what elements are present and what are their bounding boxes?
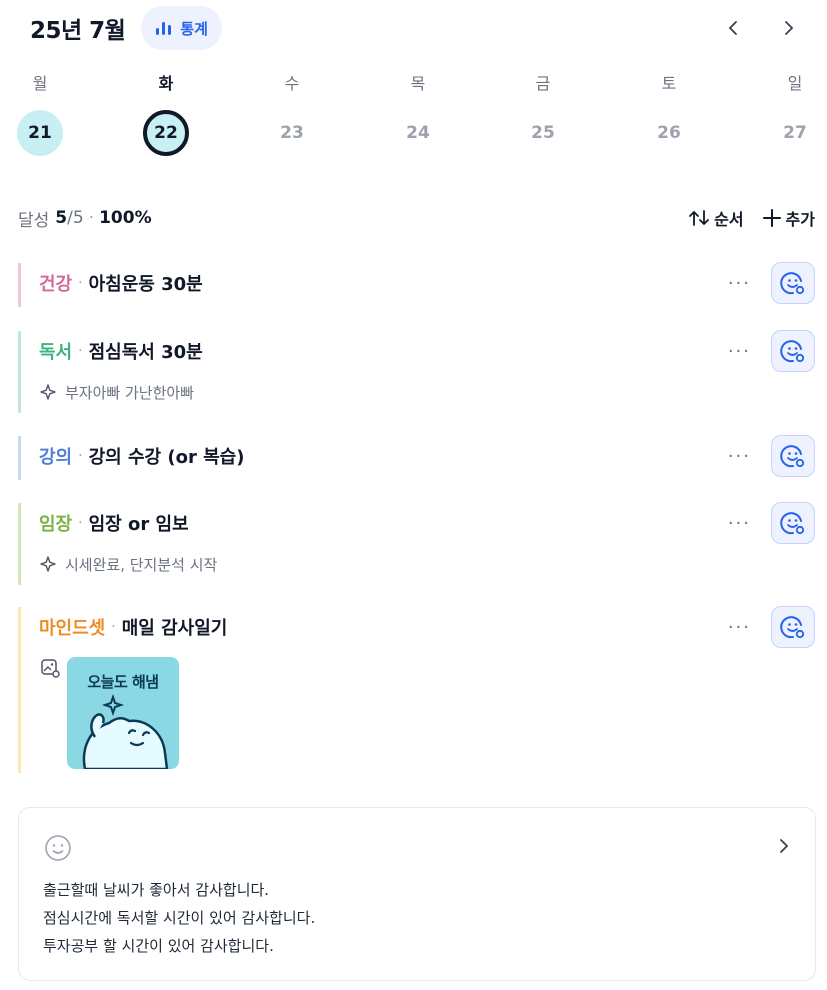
task-title: 아침운동 30분 bbox=[88, 274, 203, 295]
task-note-text: 부자아빠 가난한아빠 bbox=[65, 383, 194, 402]
achievement-total: /5 bbox=[67, 208, 84, 228]
smiley-icon bbox=[780, 616, 805, 639]
sparkle-icon bbox=[40, 384, 56, 400]
day-label: 토 bbox=[661, 74, 677, 93]
day-number[interactable]: 24 bbox=[395, 110, 441, 156]
day-number[interactable]: 23 bbox=[269, 110, 315, 156]
task-separator: · bbox=[111, 619, 116, 635]
image-icon bbox=[41, 659, 60, 678]
more-icon[interactable]: ··· bbox=[728, 513, 751, 534]
day-number-today[interactable]: 22 bbox=[143, 110, 189, 156]
smiley-outline-icon bbox=[45, 835, 71, 861]
order-button[interactable]: 순서 bbox=[688, 206, 744, 230]
task-separator: · bbox=[78, 343, 83, 359]
day-column[interactable]: 월 21 bbox=[5, 70, 75, 156]
chevron-left-icon[interactable] bbox=[721, 16, 745, 40]
chevron-right-icon[interactable] bbox=[777, 837, 791, 859]
task-title: 점심독서 30분 bbox=[88, 342, 203, 363]
task-title: 강의 수강 (or 복습) bbox=[88, 447, 245, 468]
chevron-right-icon[interactable] bbox=[777, 16, 801, 40]
emotion-button[interactable] bbox=[771, 262, 815, 304]
journal-line: 투자공부 할 시간이 있어 감사합니다. bbox=[43, 937, 274, 955]
order-label: 순서 bbox=[714, 210, 744, 229]
day-label: 금 bbox=[535, 74, 551, 93]
smiley-icon bbox=[780, 272, 805, 295]
more-icon[interactable]: ··· bbox=[728, 273, 751, 294]
task-title: 매일 감사일기 bbox=[121, 618, 228, 639]
day-label: 월 bbox=[32, 74, 48, 93]
day-number[interactable]: 21 bbox=[17, 110, 63, 156]
sparkle-icon bbox=[40, 556, 56, 572]
journal-line: 점심시간에 독서할 시간이 있어 감사합니다. bbox=[43, 909, 316, 927]
achievement-done: 5 bbox=[55, 208, 68, 228]
task-category: 건강 bbox=[39, 274, 73, 295]
day-label: 일 bbox=[787, 74, 803, 93]
day-column[interactable]: 목 24 bbox=[383, 70, 453, 156]
gratitude-journal-card[interactable]: 출근할때 날씨가 좋아서 감사합니다. 점심시간에 독서할 시간이 있어 감사합… bbox=[18, 807, 816, 981]
task-title: 임장 or 임보 bbox=[88, 514, 189, 535]
stats-button[interactable]: 통계 bbox=[141, 6, 222, 50]
summary-dot: · bbox=[88, 208, 95, 228]
task-note: 부자아빠 가난한아빠 bbox=[39, 377, 815, 407]
character-illustration bbox=[82, 693, 169, 769]
task-item[interactable]: 건강 · 아침운동 30분 ··· bbox=[18, 262, 815, 307]
journal-image-thumbnail[interactable]: 오늘도 해냄 bbox=[67, 657, 179, 769]
add-label: 추가 bbox=[785, 210, 815, 229]
achievement-label: 달성 bbox=[18, 210, 50, 231]
task-category: 임장 bbox=[39, 514, 73, 535]
week-strip: 월 21 화 22 수 23 목 24 금 25 토 26 일 27 bbox=[0, 70, 827, 160]
day-label: 수 bbox=[284, 74, 300, 93]
task-note: 시세완료, 단지분석 시작 bbox=[39, 549, 815, 579]
task-item[interactable]: 강의 · 강의 수강 (or 복습) ··· bbox=[18, 435, 815, 480]
task-category: 독서 bbox=[39, 342, 73, 363]
emotion-button[interactable] bbox=[771, 435, 815, 477]
more-icon[interactable]: ··· bbox=[728, 617, 751, 638]
smiley-icon bbox=[780, 340, 805, 363]
emotion-button[interactable] bbox=[771, 330, 815, 372]
day-column[interactable]: 토 26 bbox=[634, 70, 704, 156]
task-item[interactable]: 마인드셋 · 매일 감사일기 ··· 오늘도 해냄 bbox=[18, 606, 815, 773]
more-icon[interactable]: ··· bbox=[728, 341, 751, 362]
emotion-button[interactable] bbox=[771, 502, 815, 544]
bar-chart-icon bbox=[156, 22, 172, 35]
more-icon[interactable]: ··· bbox=[728, 446, 751, 467]
plus-icon bbox=[762, 209, 781, 227]
day-column[interactable]: 금 25 bbox=[508, 70, 578, 156]
sort-arrows-icon bbox=[689, 210, 709, 226]
journal-line: 출근할때 날씨가 좋아서 감사합니다. bbox=[43, 881, 270, 899]
task-category: 마인드셋 bbox=[39, 618, 106, 639]
day-column[interactable]: 화 22 bbox=[131, 70, 201, 156]
achievement-summary: 달성 5 /5 · 100% 순서 추가 bbox=[18, 203, 815, 233]
day-number[interactable]: 27 bbox=[772, 110, 818, 156]
task-item[interactable]: 임장 · 임장 or 임보 ··· 시세완료, 단지분석 시작 bbox=[18, 502, 815, 585]
smiley-icon bbox=[780, 512, 805, 535]
day-label: 목 bbox=[410, 74, 426, 93]
day-number[interactable]: 25 bbox=[520, 110, 566, 156]
task-item[interactable]: 독서 · 점심독서 30분 ··· 부자아빠 가난한아빠 bbox=[18, 330, 815, 413]
task-separator: · bbox=[78, 448, 83, 464]
task-note-text: 시세완료, 단지분석 시작 bbox=[65, 555, 218, 574]
task-separator: · bbox=[78, 275, 83, 291]
day-column[interactable]: 수 23 bbox=[257, 70, 327, 156]
add-button[interactable]: 추가 bbox=[762, 206, 815, 230]
day-label: 화 bbox=[158, 74, 174, 93]
achievement-percent: 100% bbox=[99, 208, 152, 228]
day-number[interactable]: 26 bbox=[646, 110, 692, 156]
calendar-header: 25년 7월 통계 bbox=[30, 6, 807, 50]
smiley-icon bbox=[780, 445, 805, 468]
task-category: 강의 bbox=[39, 447, 73, 468]
emotion-button[interactable] bbox=[771, 606, 815, 648]
stats-label: 통계 bbox=[180, 19, 208, 38]
month-title[interactable]: 25년 7월 bbox=[30, 11, 126, 45]
day-column[interactable]: 일 27 bbox=[760, 70, 827, 156]
task-separator: · bbox=[78, 515, 83, 531]
